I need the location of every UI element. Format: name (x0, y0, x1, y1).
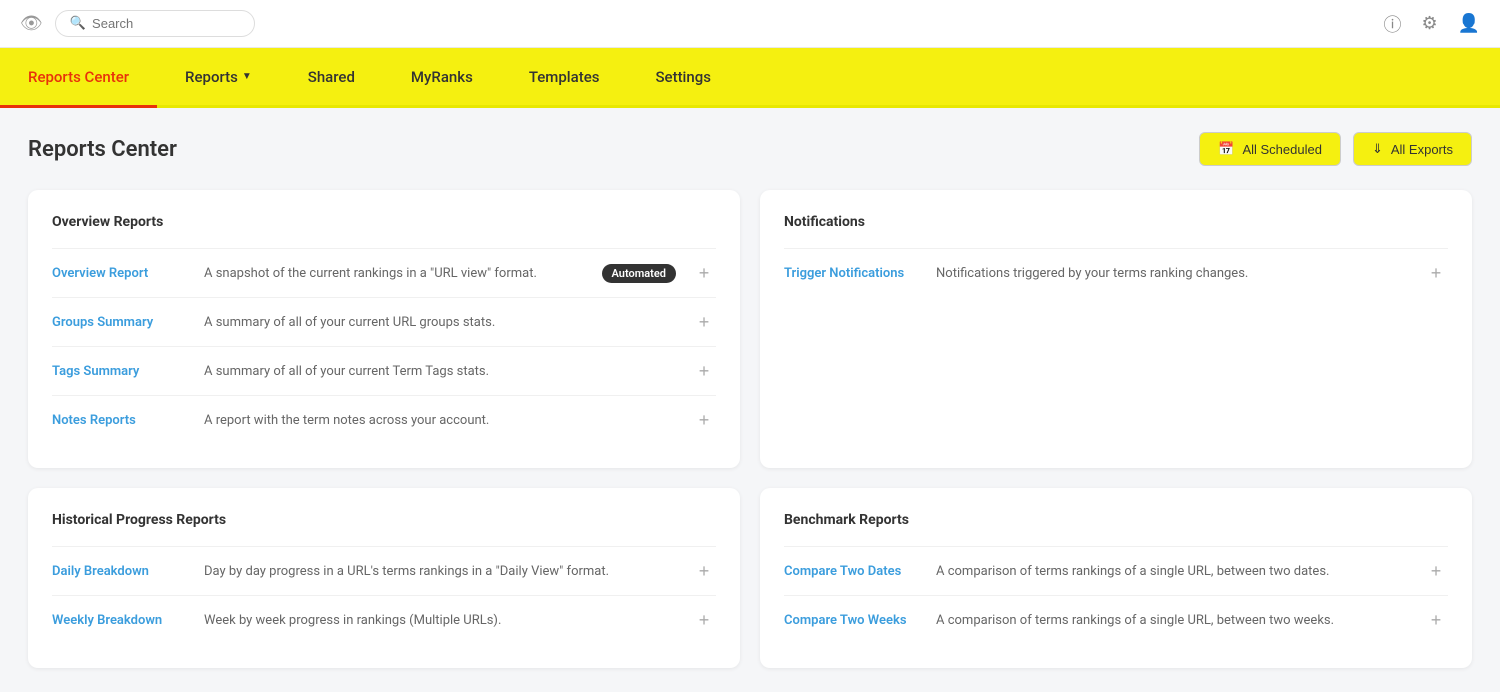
search-input[interactable] (92, 16, 240, 31)
notes-reports-link[interactable]: Notes Reports (52, 413, 192, 428)
overview-reports-card: Overview Reports Overview Report A snaps… (28, 190, 740, 468)
report-row: Daily Breakdown Day by day progress in a… (52, 546, 716, 595)
daily-breakdown-link[interactable]: Daily Breakdown (52, 564, 192, 579)
report-row: Compare Two Dates A comparison of terms … (784, 546, 1448, 595)
add-trigger-notifications-button[interactable]: + (1424, 261, 1448, 285)
add-notes-reports-button[interactable]: + (692, 408, 716, 432)
notifications-card: Notifications Trigger Notifications Noti… (760, 190, 1472, 468)
report-row: Groups Summary A summary of all of your … (52, 297, 716, 346)
add-weekly-breakdown-button[interactable]: + (692, 608, 716, 632)
historical-reports-title: Historical Progress Reports (52, 512, 716, 528)
all-exports-button[interactable]: ⇓ All Exports (1353, 132, 1472, 166)
page-header: Reports Center 📅 All Scheduled ⇓ All Exp… (28, 132, 1472, 166)
nav-item-templates[interactable]: Templates (501, 48, 628, 108)
overview-report-link[interactable]: Overview Report (52, 266, 192, 281)
overview-report-desc: A snapshot of the current rankings in a … (204, 266, 596, 281)
page-title: Reports Center (28, 137, 177, 162)
search-icon: 🔍 (70, 16, 86, 31)
chevron-down-icon: ▼ (242, 71, 252, 82)
tags-summary-desc: A summary of all of your current Term Ta… (204, 364, 680, 379)
weekly-breakdown-link[interactable]: Weekly Breakdown (52, 613, 192, 628)
tags-summary-link[interactable]: Tags Summary (52, 364, 192, 379)
trigger-notifications-link[interactable]: Trigger Notifications (784, 266, 924, 281)
nav-item-settings[interactable]: Settings (627, 48, 739, 108)
page-content: Reports Center 📅 All Scheduled ⇓ All Exp… (0, 108, 1500, 692)
nav: Reports Center Reports ▼ Shared MyRanks … (0, 48, 1500, 108)
compare-two-dates-link[interactable]: Compare Two Dates (784, 564, 924, 579)
topbar-left: 👁 🔍 (20, 10, 255, 37)
nav-item-reports-center[interactable]: Reports Center (0, 48, 157, 108)
benchmark-reports-title: Benchmark Reports (784, 512, 1448, 528)
add-compare-two-dates-button[interactable]: + (1424, 559, 1448, 583)
header-actions: 📅 All Scheduled ⇓ All Exports (1199, 132, 1472, 166)
help-icon[interactable]: ⓘ (1383, 11, 1401, 37)
calendar-icon: 📅 (1218, 141, 1234, 157)
nav-item-shared[interactable]: Shared (280, 48, 383, 108)
add-tags-summary-button[interactable]: + (692, 359, 716, 383)
compare-two-weeks-desc: A comparison of terms rankings of a sing… (936, 613, 1412, 628)
report-row: Overview Report A snapshot of the curren… (52, 248, 716, 297)
historical-reports-card: Historical Progress Reports Daily Breakd… (28, 488, 740, 668)
groups-summary-desc: A summary of all of your current URL gro… (204, 315, 680, 330)
groups-summary-link[interactable]: Groups Summary (52, 315, 192, 330)
compare-two-dates-desc: A comparison of terms rankings of a sing… (936, 564, 1412, 579)
settings-icon[interactable]: ⚙ (1421, 13, 1437, 34)
report-row: Tags Summary A summary of all of your cu… (52, 346, 716, 395)
add-compare-two-weeks-button[interactable]: + (1424, 608, 1448, 632)
automated-badge: Automated (602, 264, 676, 283)
benchmark-reports-card: Benchmark Reports Compare Two Dates A co… (760, 488, 1472, 668)
report-row: Weekly Breakdown Week by week progress i… (52, 595, 716, 644)
eye-icon[interactable]: 👁 (20, 13, 43, 34)
nav-item-reports[interactable]: Reports ▼ (157, 48, 280, 108)
notifications-title: Notifications (784, 214, 1448, 230)
report-row: Trigger Notifications Notifications trig… (784, 248, 1448, 297)
search-box[interactable]: 🔍 (55, 10, 255, 37)
add-groups-summary-button[interactable]: + (692, 310, 716, 334)
trigger-notifications-desc: Notifications triggered by your terms ra… (936, 266, 1412, 281)
download-icon: ⇓ (1372, 141, 1383, 157)
report-row: Compare Two Weeks A comparison of terms … (784, 595, 1448, 644)
daily-breakdown-desc: Day by day progress in a URL's terms ran… (204, 564, 680, 579)
nav-item-myranks[interactable]: MyRanks (383, 48, 501, 108)
topbar: 👁 🔍 ⓘ ⚙ 👤 (0, 0, 1500, 48)
notes-reports-desc: A report with the term notes across your… (204, 413, 680, 428)
add-daily-breakdown-button[interactable]: + (692, 559, 716, 583)
report-row: Notes Reports A report with the term not… (52, 395, 716, 444)
compare-two-weeks-link[interactable]: Compare Two Weeks (784, 613, 924, 628)
all-scheduled-button[interactable]: 📅 All Scheduled (1199, 132, 1341, 166)
topbar-right: ⓘ ⚙ 👤 (1383, 11, 1480, 37)
weekly-breakdown-desc: Week by week progress in rankings (Multi… (204, 613, 680, 628)
cards-grid: Overview Reports Overview Report A snaps… (28, 190, 1472, 668)
add-overview-report-button[interactable]: + (692, 261, 716, 285)
overview-reports-title: Overview Reports (52, 214, 716, 230)
user-icon[interactable]: 👤 (1458, 13, 1480, 34)
